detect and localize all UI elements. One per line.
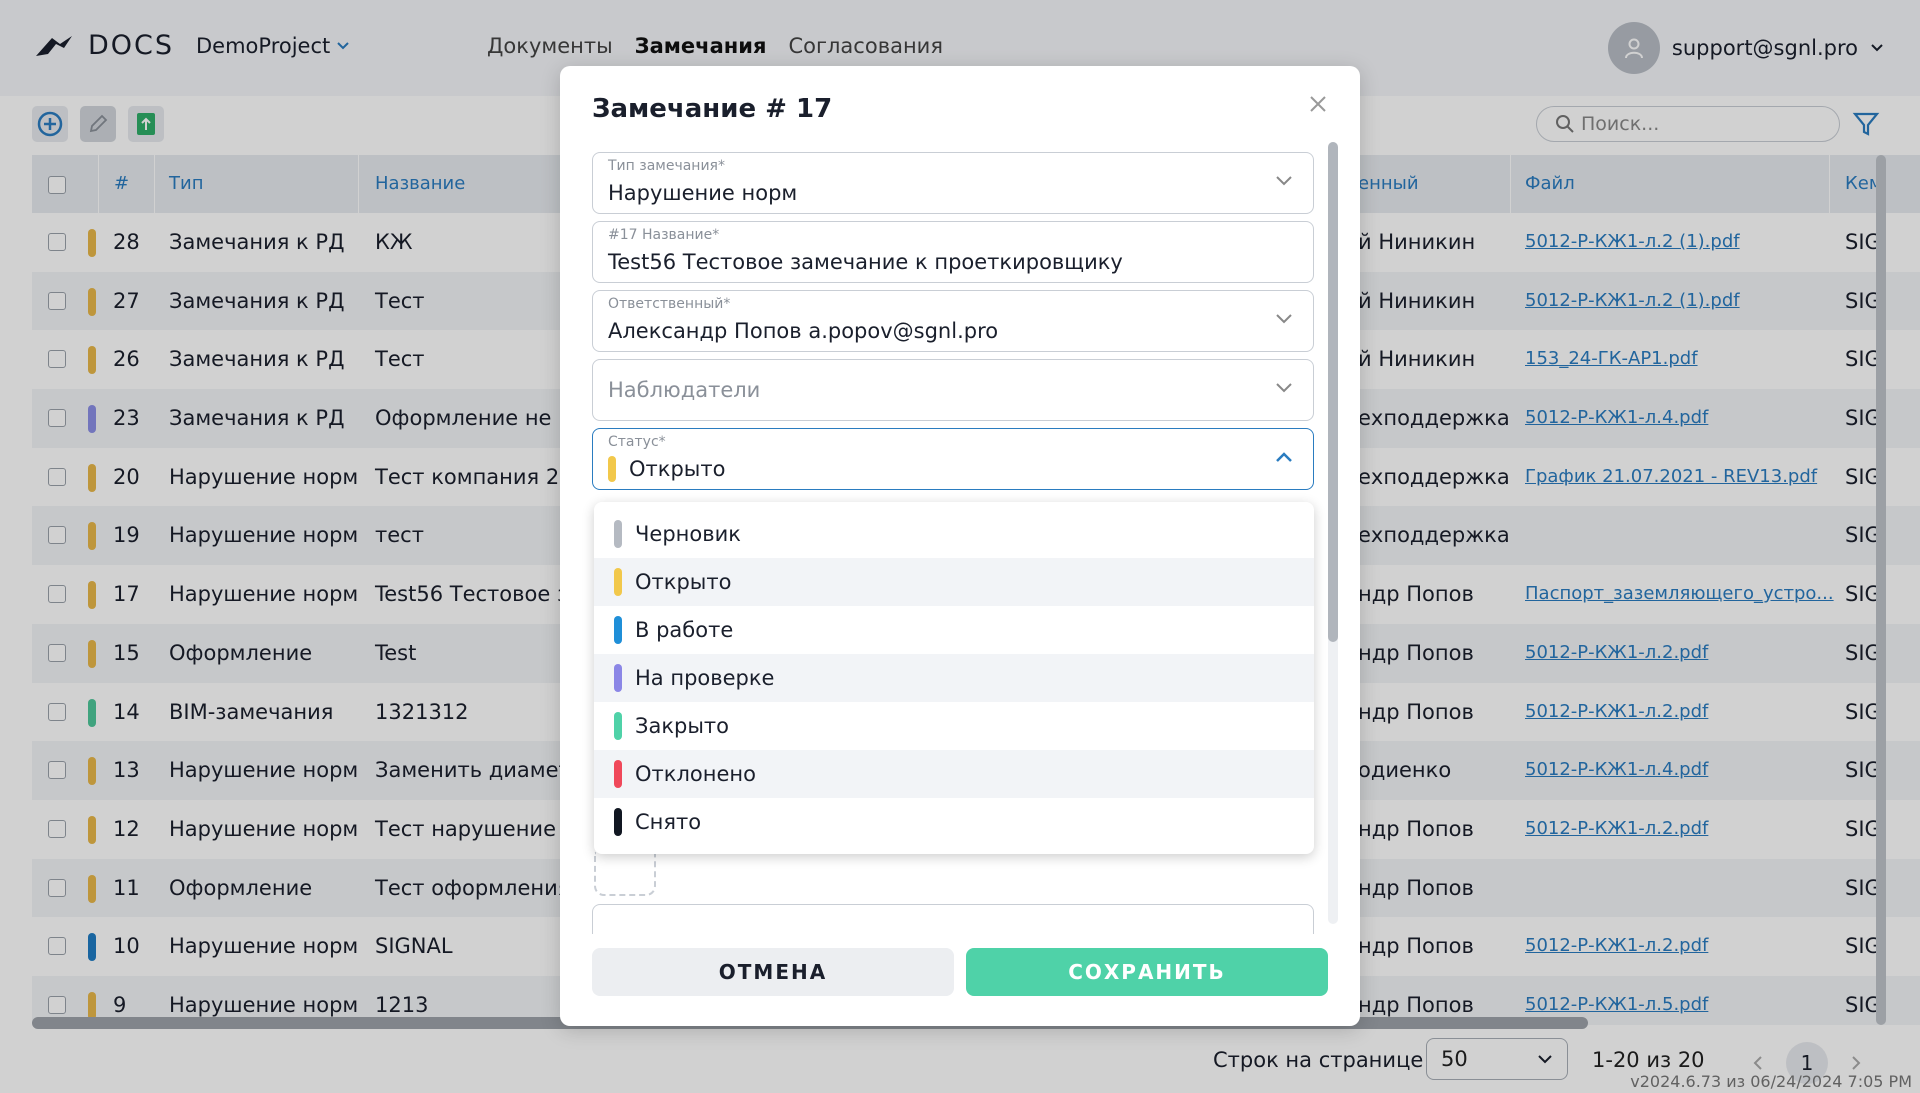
status-color-bar bbox=[614, 760, 622, 788]
remark-type-select[interactable]: Тип замечания* Нарушение норм bbox=[592, 152, 1314, 214]
responsible-select[interactable]: Ответственный* Александр Попов a.popov@s… bbox=[592, 290, 1314, 352]
attachment-placeholder bbox=[594, 852, 656, 896]
remark-name-field[interactable]: #17 Название* Test56 Тестовое замечание … bbox=[592, 221, 1314, 283]
status-option[interactable]: Закрыто bbox=[594, 702, 1314, 750]
status-option[interactable]: На проверке bbox=[594, 654, 1314, 702]
status-option[interactable]: В работе bbox=[594, 606, 1314, 654]
save-button[interactable]: СОХРАНИТЬ bbox=[966, 948, 1328, 996]
watchers-select[interactable]: Наблюдатели bbox=[592, 359, 1314, 421]
chevron-down-icon bbox=[1276, 314, 1292, 324]
field-placeholder: Наблюдатели bbox=[608, 378, 761, 402]
field-value: Открыто bbox=[629, 457, 726, 481]
field-label: #17 Название* bbox=[608, 227, 720, 243]
field-label: Статус* bbox=[608, 434, 666, 450]
status-option-label: Снято bbox=[635, 810, 702, 834]
status-color-bar bbox=[614, 616, 622, 644]
close-icon[interactable] bbox=[1306, 92, 1330, 116]
field-value: Нарушение норм bbox=[608, 181, 798, 205]
status-option-label: На проверке bbox=[635, 666, 775, 690]
field-label: Тип замечания* bbox=[608, 158, 725, 174]
status-option[interactable]: Снято bbox=[594, 798, 1314, 846]
cancel-button[interactable]: ОТМЕНА bbox=[592, 948, 954, 996]
status-color-bar bbox=[614, 568, 622, 596]
chevron-up-icon bbox=[1276, 452, 1292, 462]
status-color-bar bbox=[614, 520, 622, 548]
status-select[interactable]: Статус* Открыто bbox=[592, 428, 1314, 490]
status-option[interactable]: Черновик bbox=[594, 510, 1314, 558]
description-field[interactable] bbox=[592, 904, 1314, 934]
field-value: Александр Попов a.popov@sgnl.pro bbox=[608, 319, 999, 343]
status-option-label: Закрыто bbox=[635, 714, 730, 738]
status-color-bar bbox=[608, 456, 616, 482]
modal-scrollbar[interactable] bbox=[1328, 142, 1338, 642]
modal-title: Замечание # 17 bbox=[592, 94, 833, 124]
chevron-down-icon bbox=[1276, 383, 1292, 393]
remark-modal: Замечание # 17 Тип замечания* Нарушение … bbox=[560, 66, 1360, 1026]
status-color-bar bbox=[614, 664, 622, 692]
chevron-down-icon bbox=[1276, 176, 1292, 186]
field-value: Test56 Тестовое замечание к проеткировщи… bbox=[608, 250, 1123, 274]
status-color-bar bbox=[614, 712, 622, 740]
status-option-label: В работе bbox=[635, 618, 734, 642]
status-option-label: Открыто bbox=[635, 570, 732, 594]
status-color-bar bbox=[614, 808, 622, 836]
status-option[interactable]: Открыто bbox=[594, 558, 1314, 606]
status-option[interactable]: Отклонено bbox=[594, 750, 1314, 798]
field-label: Ответственный* bbox=[608, 296, 731, 312]
status-option-label: Черновик bbox=[635, 522, 741, 546]
status-dropdown: Черновик Открыто В работе На проверке Закрыт… bbox=[594, 502, 1314, 854]
status-option-label: Отклонено bbox=[635, 762, 756, 786]
